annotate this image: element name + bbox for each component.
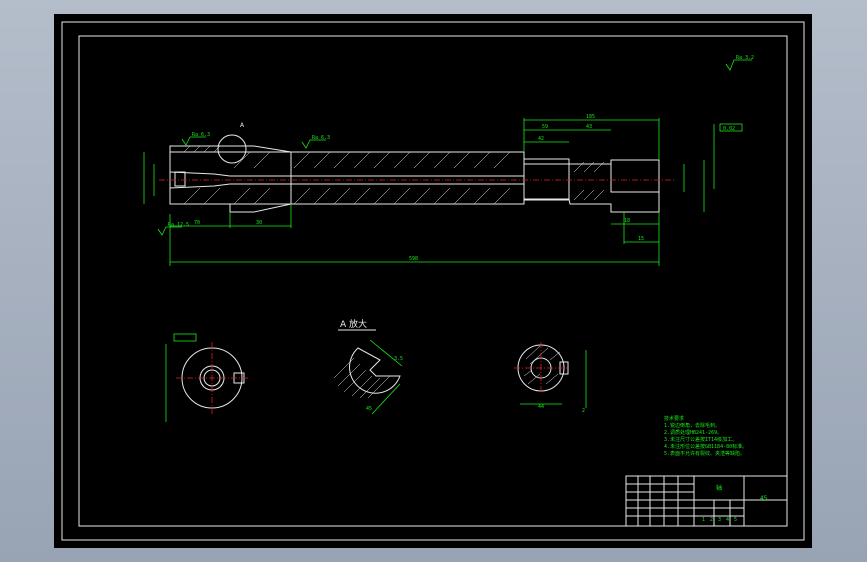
- dim-total-length: 598: [409, 256, 418, 262]
- material: 45: [760, 495, 768, 502]
- dim-45: 45: [366, 406, 372, 412]
- view-a-title: A 放大: [340, 318, 367, 330]
- section-view-left: [165, 333, 248, 422]
- drawing-canvas: 598 70 30 185 59 43 42 18 15 A Ra 6.3 Ra…: [61, 21, 805, 541]
- svg-text:4.未注形位公差按GB1184-80标准。: 4.未注形位公差按GB1184-80标准。: [664, 443, 747, 450]
- title-block: 轴 45 1 2 3 4 5: [625, 475, 788, 527]
- dim-18: 18: [624, 218, 630, 224]
- svg-text:3: 3: [718, 517, 721, 523]
- shaft-main-view: [159, 134, 674, 213]
- svg-text:2: 2: [710, 517, 713, 523]
- dim-43: 43: [586, 124, 592, 130]
- drawing-sheet: 598 70 30 185 59 43 42 18 15 A Ra 6.3 Ra…: [54, 14, 812, 548]
- svg-text:Ra 12.5: Ra 12.5: [168, 222, 189, 228]
- dim-2: 2: [582, 408, 585, 414]
- svg-text:Ra 6.3: Ra 6.3: [312, 135, 330, 141]
- section-mark: A: [240, 122, 245, 129]
- svg-text:3.未注尺寸公差按IT14级加工。: 3.未注尺寸公差按IT14级加工。: [664, 436, 737, 443]
- view-a-enlarged: A 放大 3.5 45: [333, 318, 403, 415]
- dim-3-5: 3.5: [394, 356, 403, 362]
- dim-59: 59: [542, 124, 548, 130]
- dim-42: 42: [538, 136, 544, 142]
- section-view-right: 44 2: [514, 342, 587, 414]
- dim-70: 70: [194, 220, 200, 226]
- svg-text:2.调质处理HB241-269。: 2.调质处理HB241-269。: [664, 429, 722, 436]
- dim-15: 15: [638, 236, 644, 242]
- dim-44: 44: [538, 404, 544, 410]
- svg-text:5: 5: [734, 517, 737, 523]
- svg-text:1.锐边倒角，去除毛刺。: 1.锐边倒角，去除毛刺。: [664, 422, 720, 429]
- main-dimensions: 598 70 30 185 59 43 42 18 15 A: [143, 114, 715, 266]
- svg-text:Ra 3.2: Ra 3.2: [736, 55, 754, 61]
- svg-text:技术要求: 技术要求: [664, 415, 684, 422]
- dim-30: 30: [256, 220, 262, 226]
- tolerance-frame: 0.02: [723, 126, 735, 132]
- svg-text:Ra 6.3: Ra 6.3: [192, 132, 210, 138]
- part-name: 轴: [716, 484, 722, 492]
- svg-text:4: 4: [726, 517, 729, 523]
- outer-border: [61, 21, 805, 541]
- svg-text:5.表面不允许有裂纹、夹渣等缺陷。: 5.表面不允许有裂纹、夹渣等缺陷。: [664, 450, 745, 457]
- svg-text:1: 1: [702, 517, 705, 523]
- roughness-symbols: Ra 6.3 Ra 6.3 Ra 3.2 Ra 12.5 0.02: [157, 55, 754, 236]
- cad-viewport[interactable]: 598 70 30 185 59 43 42 18 15 A Ra 6.3 Ra…: [0, 0, 867, 562]
- dim-185: 185: [586, 114, 595, 120]
- tech-requirements: 技术要求 1.锐边倒角，去除毛刺。 2.调质处理HB241-269。 3.未注尺…: [664, 415, 747, 457]
